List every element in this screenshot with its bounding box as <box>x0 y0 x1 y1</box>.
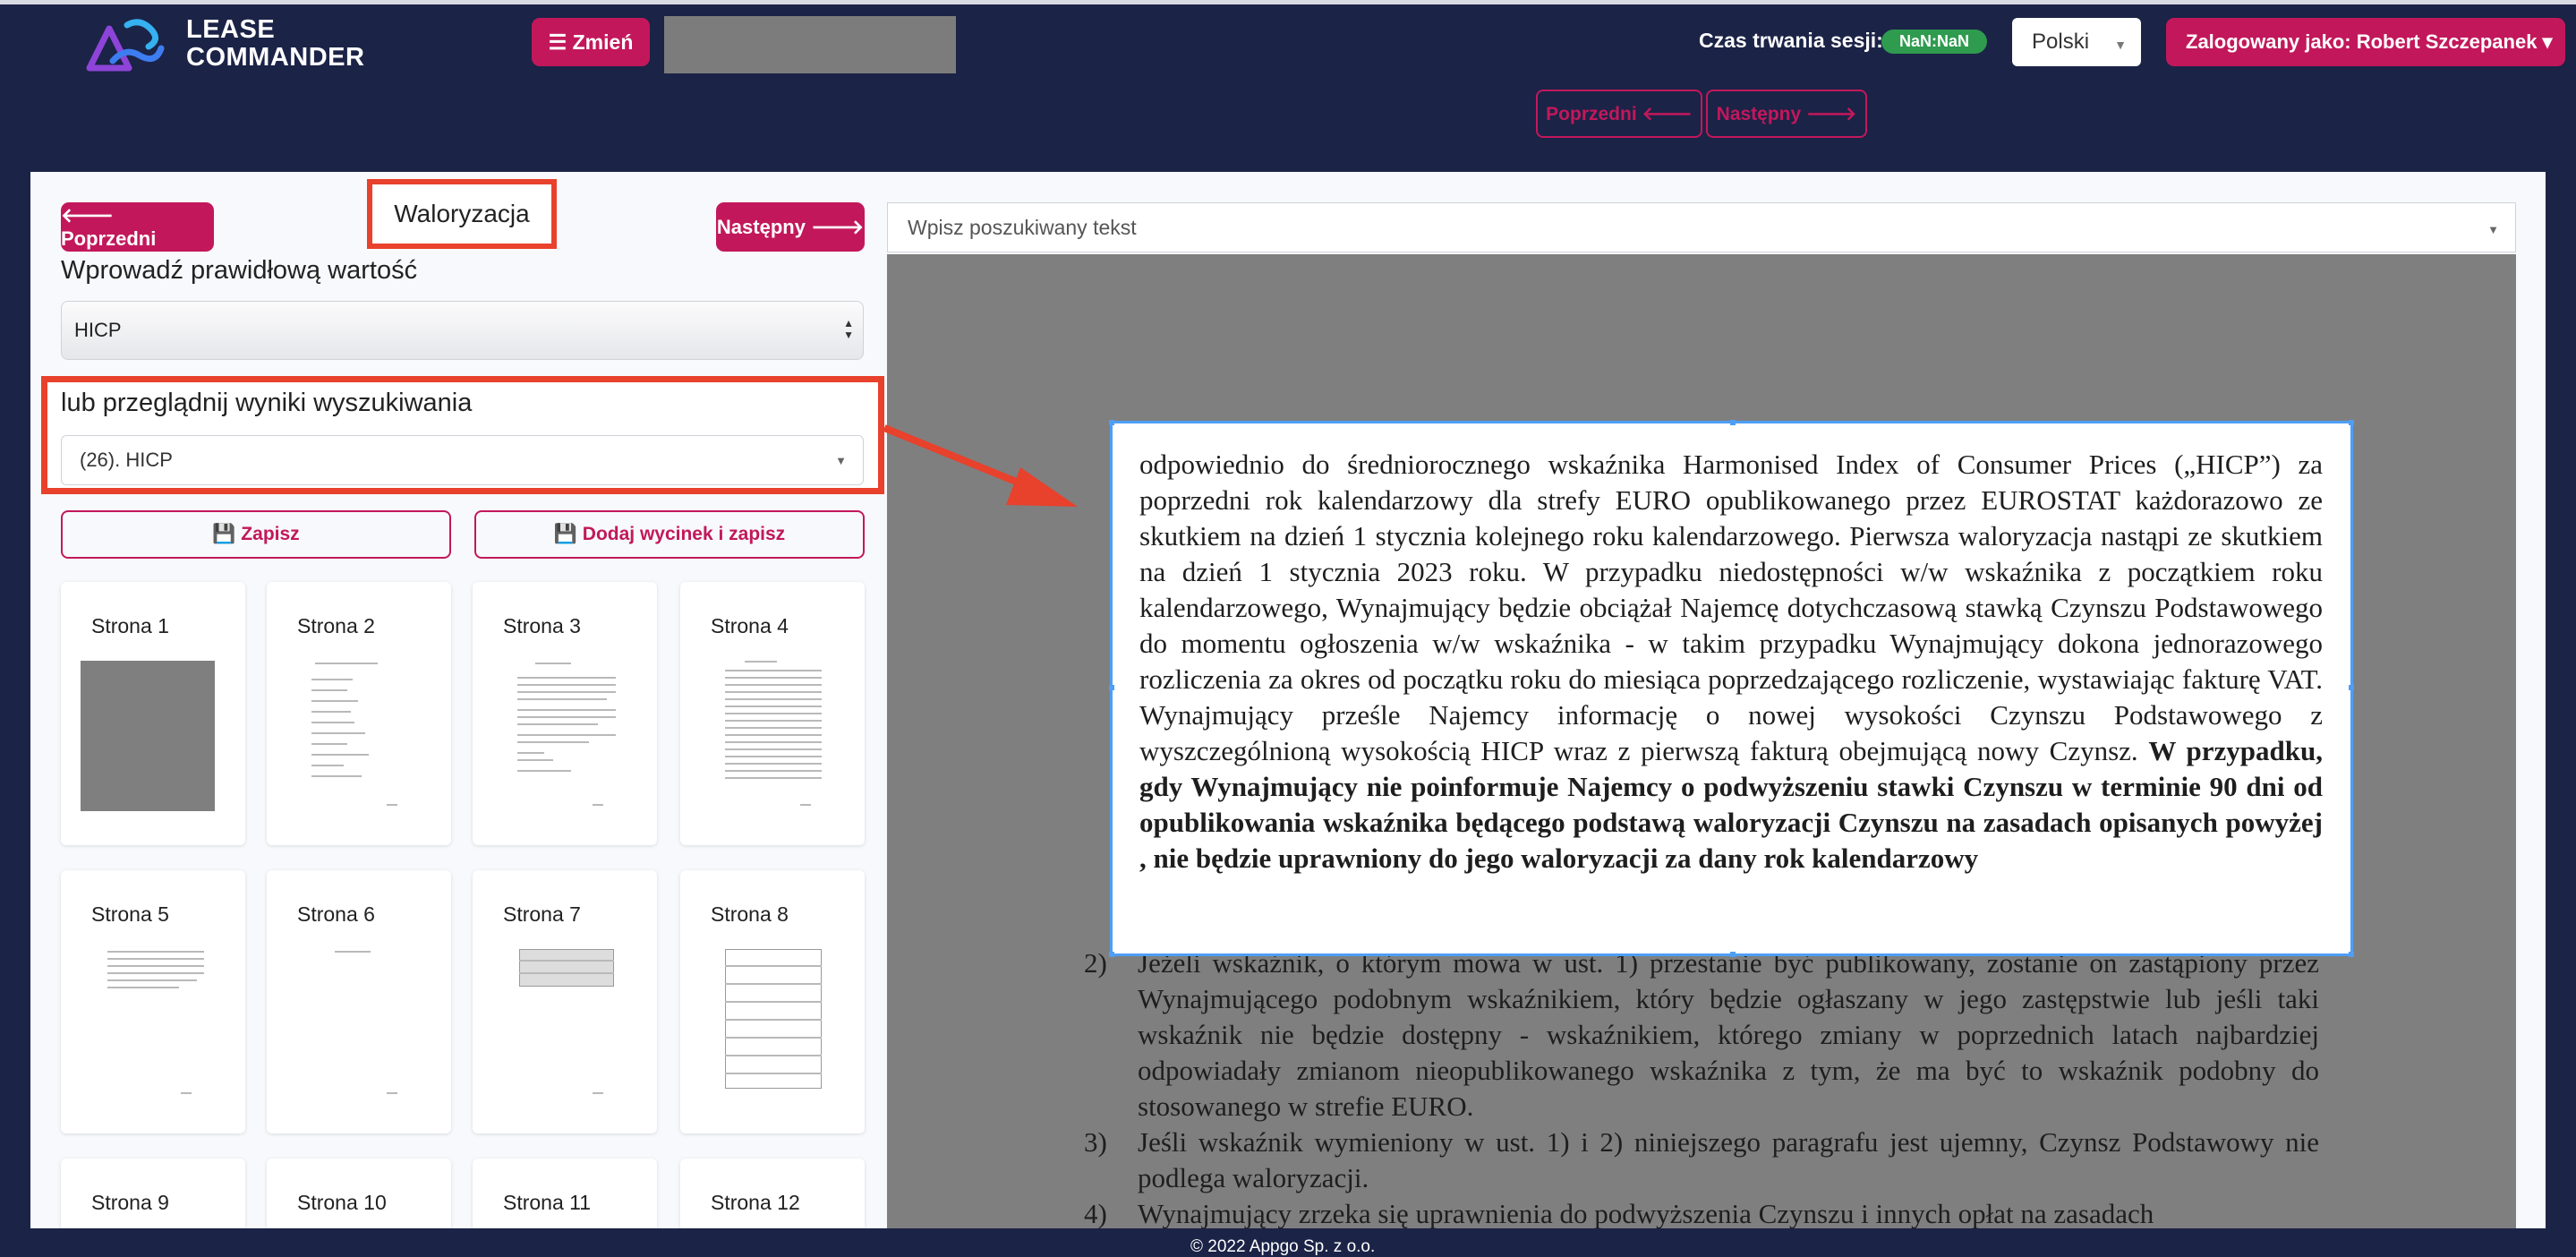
value-select-text: HICP <box>74 319 122 341</box>
selected-text-normal: odpowiednio do średniorocznego wskaźnika… <box>1139 449 2323 766</box>
resize-handle[interactable] <box>1109 420 1114 425</box>
list-item-text: Wynajmujący zrzeka się uprawnienia do po… <box>1138 1198 2154 1228</box>
search-results-select[interactable]: (26). HICP ▼ <box>61 435 864 485</box>
list-item-number: 2) <box>1084 947 1107 979</box>
page-card-1[interactable]: Strona 1 <box>61 582 245 845</box>
page-card-9[interactable]: Strona 9 <box>61 1159 245 1239</box>
field-title: Waloryzacja <box>367 179 557 249</box>
value-select[interactable]: HICP ▲ ▼ <box>61 301 864 360</box>
top-previous-button[interactable]: Poprzedni 🡐 <box>1536 90 1702 138</box>
page-thumbnail <box>81 661 215 811</box>
resize-handle[interactable] <box>2349 685 2354 690</box>
chevron-down-icon: ▼ <box>2487 223 2499 236</box>
page-card-8[interactable]: Strona 8 <box>680 870 865 1133</box>
next-field-button[interactable]: Następny 🡒 <box>716 202 865 252</box>
page-card-6[interactable]: Strona 6 <box>267 870 451 1133</box>
page-thumbnail <box>492 659 627 811</box>
save-button[interactable]: 💾 Zapisz <box>61 510 451 559</box>
previous-field-button[interactable]: 🡐 Poprzedni <box>61 202 214 252</box>
resize-handle[interactable] <box>1730 952 1736 957</box>
top-strip <box>0 0 2576 4</box>
list-item-number: 3) <box>1084 1126 1107 1158</box>
top-navbar: LEASE COMMANDER ☰ Zmień Czas trwania ses… <box>0 0 2576 82</box>
logo-line-2: COMMANDER <box>186 43 365 72</box>
page-name: Strona 3 <box>503 614 581 637</box>
page-name: Strona 5 <box>91 902 169 926</box>
lease-commander-logo-icon <box>86 19 165 72</box>
search-results-value: (26). HICP <box>80 449 173 471</box>
page-card-10[interactable]: Strona 10 <box>267 1159 451 1239</box>
page-name: Strona 6 <box>297 902 375 926</box>
footer: © 2022 Appgo Sp. z o.o. <box>0 1228 2576 1257</box>
document-search-placeholder: Wpisz poszukiwany tekst <box>908 215 1137 239</box>
chevron-down-icon: ▼ <box>2114 38 2127 52</box>
language-value: Polski <box>2032 30 2090 54</box>
document-list: 2) Jeżeli wskaźnik, o którym mowa w ust.… <box>1084 945 2319 1228</box>
list-item-number: 4) <box>1084 1198 1107 1228</box>
page-name: Strona 11 <box>503 1191 592 1214</box>
page-thumbnail <box>492 947 627 1099</box>
page-name: Strona 8 <box>711 902 789 926</box>
redacted-box <box>664 16 956 73</box>
chevron-down-icon: ▼ <box>835 454 847 467</box>
enter-value-label: Wprowadź prawidłową wartość <box>61 256 418 285</box>
search-results-label: lub przeglądnij wyniki wyszukiwania <box>61 389 473 417</box>
resize-handle[interactable] <box>1109 685 1114 690</box>
page-card-3[interactable]: Strona 3 <box>473 582 657 845</box>
page-card-7[interactable]: Strona 7 <box>473 870 657 1133</box>
list-item: 4) Wynajmujący zrzeka się uprawnienia do… <box>1084 1196 2319 1228</box>
page-card-12[interactable]: Strona 12 <box>680 1159 865 1239</box>
page-card-4[interactable]: Strona 4 <box>680 582 865 845</box>
page-card-5[interactable]: Strona 5 <box>61 870 245 1133</box>
resize-handle[interactable] <box>2349 420 2354 425</box>
user-menu-button[interactable]: Zalogowany jako: Robert Szczepanek ▾ <box>2166 18 2565 66</box>
updown-arrows-icon: ▲ ▼ <box>843 317 854 341</box>
change-button[interactable]: ☰ Zmień <box>532 18 650 66</box>
selected-paragraph: odpowiednio do średniorocznego wskaźnika… <box>1139 447 2323 876</box>
page-card-2[interactable]: Strona 2 <box>267 582 451 845</box>
page-name: Strona 2 <box>297 614 375 637</box>
copyright-text: © 2022 Appgo Sp. z o.o. <box>1190 1237 1376 1256</box>
page-thumbnail <box>700 659 834 811</box>
resize-handle[interactable] <box>1730 420 1736 425</box>
logo-line-1: LEASE <box>186 15 276 44</box>
list-item-text: Jeśli wskaźnik wymieniony w ust. 1) i 2)… <box>1138 1126 2319 1193</box>
top-next-button[interactable]: Następny 🡒 <box>1706 90 1867 138</box>
resize-handle[interactable] <box>1109 952 1114 957</box>
session-timer-badge: NaN:NaN <box>1881 30 1987 54</box>
page-thumbnail <box>700 947 834 1099</box>
page-name: Strona 10 <box>297 1191 387 1214</box>
selected-text-region[interactable]: odpowiednio do średniorocznego wskaźnika… <box>1109 420 2354 957</box>
logo-text: LEASE COMMANDER <box>186 16 364 72</box>
secondary-nav <box>30 82 2546 172</box>
page-thumbnail <box>286 659 421 811</box>
resize-handle[interactable] <box>2349 952 2354 957</box>
page-thumbnail <box>286 947 421 1099</box>
page-name: Strona 7 <box>503 902 581 926</box>
language-select[interactable]: Polski ▼ <box>2012 18 2141 66</box>
page-thumbnail <box>81 947 215 1099</box>
page-name: Strona 4 <box>711 614 789 637</box>
list-item: 2) Jeżeli wskaźnik, o którym mowa w ust.… <box>1084 945 2319 1124</box>
session-label: Czas trwania sesji: <box>1699 29 1883 52</box>
page-name: Strona 12 <box>711 1191 800 1214</box>
document-search-input[interactable]: Wpisz poszukiwany tekst ▼ <box>887 202 2516 252</box>
list-item-text: Jeżeli wskaźnik, o którym mowa w ust. 1)… <box>1138 947 2319 1122</box>
page-card-11[interactable]: Strona 11 <box>473 1159 657 1239</box>
list-item: 3) Jeśli wskaźnik wymieniony w ust. 1) i… <box>1084 1124 2319 1196</box>
page-name: Strona 1 <box>91 614 169 637</box>
add-clip-and-save-button[interactable]: 💾 Dodaj wycinek i zapisz <box>474 510 865 559</box>
page-name: Strona 9 <box>91 1191 169 1214</box>
